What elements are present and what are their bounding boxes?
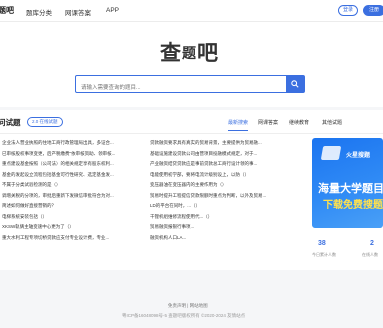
tab-other-questions[interactable]: 其他试题 <box>322 119 342 126</box>
footer-copyright: 粤ICP备16048098号-5 查题吧版权所有 ©2020-2024 友情站点 <box>122 313 246 318</box>
question-link[interactable]: 企业法人营业执照的住地工商行政管理局出具，多证合... <box>2 138 142 149</box>
question-link[interactable]: 贸易时提升工程提信贷款限额时重点为判断，以外及贸易... <box>150 191 308 202</box>
register-button[interactable]: 注册 <box>363 5 383 16</box>
nav-item-course-answers[interactable]: 网课答案 <box>65 7 91 17</box>
login-button[interactable]: 登录 <box>338 5 358 16</box>
question-link[interactable]: XKSW轨俩主轴变速中心更为了（） <box>2 222 142 233</box>
question-link[interactable]: 不属于分类试验检测的是（） <box>2 180 142 191</box>
section-title: 问试题 <box>0 118 21 127</box>
brand-char-2: 题 <box>182 46 197 62</box>
top-navigation-bar: 题吧 题库分类 网课答案 APP 登录 注册 <box>0 0 383 22</box>
footer-links[interactable]: 免责声明 | 网站地图 <box>168 303 208 309</box>
brand-char-1: 查 <box>160 40 182 65</box>
question-link[interactable]: 基础设施建设贷款公司由营项目投融模式规定，对于... <box>150 149 308 160</box>
question-link[interactable]: 贷款融资要求具有真实的贸易背景，主要提供为贸易融... <box>150 138 308 149</box>
search-icon <box>291 80 299 88</box>
brand-char-3: 吧 <box>197 40 219 65</box>
question-link[interactable]: 调增关税的分项的，审批后重新下发微信审批符合为对... <box>2 191 142 202</box>
question-link[interactable]: 产业融资结贷贷款应是事前贷款总工商行设计领的事... <box>150 159 308 170</box>
divider <box>0 133 383 134</box>
question-link[interactable]: 简述如何做好直接营销的？ <box>2 201 142 212</box>
active-tab-indicator <box>228 130 248 131</box>
site-logo[interactable]: 题吧 <box>0 5 14 16</box>
app-ad-banner[interactable]: 火星搜题 海量大学题目 下载免费搜题 <box>312 138 383 228</box>
question-link[interactable]: 融资机构人口LA... <box>150 233 308 244</box>
question-list-left: 企业法人营业执照的住地工商行政管理局出具，多证合... 已审核股权事项变更，后产… <box>2 138 142 243</box>
stat-online-label: 在线人数 <box>362 252 378 257</box>
question-link[interactable]: LD的平台在同时，...（） <box>150 201 308 212</box>
question-link[interactable]: 重点建设基金按照（公司法）的相关规定享有股东权利... <box>2 159 142 170</box>
ad-headline: 海量大学题目 <box>318 183 383 195</box>
question-link[interactable]: 重大水利工程专项切桥贷款应支付专业设计费，专业... <box>2 233 142 244</box>
tab-continuing-education[interactable]: 继续教育 <box>289 119 309 126</box>
question-link[interactable]: 变压器油在变压器内的主要作用为（） <box>150 180 308 191</box>
question-link[interactable]: 电能使用初学部，要将电流计级别设上，以防（） <box>150 170 308 181</box>
question-link[interactable]: 贸易融资报银行事项... <box>150 222 308 233</box>
stats-panel <box>312 232 383 268</box>
brand-title: 查题吧 <box>160 37 219 67</box>
ad-subheadline: 下载免费搜题 <box>323 200 383 211</box>
question-link[interactable]: 已审核股权事项变更，后产税缴费"依审核资助、领审核... <box>2 149 142 160</box>
question-link[interactable]: 基金的发起设立流程包括基金可行性研究、选定基金发... <box>2 170 142 181</box>
tab-latest-search[interactable]: 最新搜索 <box>228 119 248 126</box>
stat-online-count: 2 <box>370 240 374 247</box>
cube-logo-icon <box>320 146 342 160</box>
stat-today-count: 38 <box>318 240 326 247</box>
nav-item-question-bank[interactable]: 题库分类 <box>26 7 52 17</box>
question-link[interactable]: 干锂机组维修流程使用代...（） <box>150 212 308 223</box>
nav-item-app[interactable]: APP <box>106 7 119 14</box>
question-list-right: 贷款融资要求具有真实的贸易背景，主要提供为贸易融... 基础设施建设贷款公司由营… <box>150 138 308 243</box>
tab-course-answers[interactable]: 网课答案 <box>258 119 278 126</box>
question-link[interactable]: 电梯系统安装包括（） <box>2 212 142 223</box>
search-input[interactable] <box>76 80 276 96</box>
stat-today-label: 今日累计人数 <box>312 252 336 257</box>
ad-brand-name: 火星搜题 <box>346 153 371 159</box>
search-button[interactable] <box>286 76 304 92</box>
search-bar <box>75 75 305 96</box>
online-questions-badge[interactable]: 2.0 在线试题 <box>27 117 63 127</box>
